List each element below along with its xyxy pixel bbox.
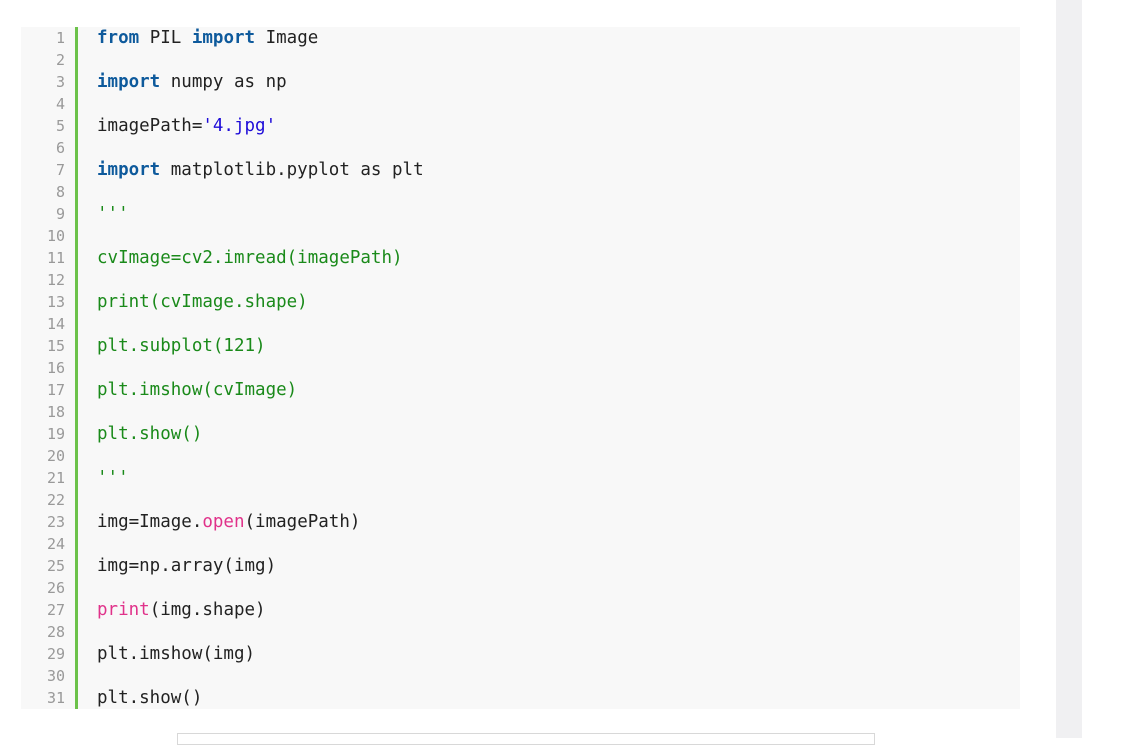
code-text: PIL — [139, 28, 192, 48]
line-number: 18 — [46, 403, 65, 421]
line-number: 28 — [46, 623, 65, 641]
line-number: 19 — [46, 425, 65, 443]
line-number: 15 — [46, 337, 65, 355]
line-number: 4 — [55, 95, 65, 113]
line-number: 21 — [46, 469, 65, 487]
keyword: import — [97, 160, 161, 180]
line-number: 27 — [46, 601, 65, 619]
line-number: 16 — [46, 359, 65, 377]
code-text: (img.shape) — [149, 600, 266, 620]
line-number: 7 — [55, 161, 65, 179]
code-line-1: from PIL import Image — [97, 27, 318, 49]
line-number: 31 — [46, 689, 65, 707]
code-line-31: plt.show() — [97, 688, 203, 708]
keyword: import — [191, 28, 256, 48]
line-number: 11 — [46, 249, 65, 267]
builtin-function: print — [97, 600, 150, 620]
code-line-19: plt.show() — [97, 424, 203, 444]
code-line-29: plt.imshow(img) — [97, 644, 256, 664]
code-text: imagePath= — [97, 116, 203, 136]
line-number: 13 — [46, 293, 65, 311]
code-line-27: print(img.shape) — [97, 599, 266, 621]
code-line-21: ''' — [97, 468, 129, 488]
line-number: 17 — [46, 381, 65, 399]
string-literal: '4.jpg' — [202, 116, 277, 136]
code-block: 1 2 3 4 5 6 7 8 9 10 11 12 13 14 15 16 17 18 19 20 21 22 23 24 2… — [21, 27, 1020, 709]
line-number: 3 — [55, 73, 65, 91]
keyword: import — [97, 72, 161, 92]
code-line-7: import matplotlib.pyplot as plt — [97, 159, 424, 181]
line-number-gutter: 1 2 3 4 5 6 7 8 9 10 11 12 13 14 15 16 17 18 19 20 21 22 23 24 2… — [21, 27, 73, 709]
code-lines: from PIL import Image import numpy as np… — [97, 27, 1020, 709]
keyword: from — [97, 28, 140, 48]
code-text: (imagePath) — [244, 512, 361, 532]
code-line-13: print(cvImage.shape) — [97, 292, 308, 312]
line-number: 2 — [55, 51, 65, 69]
code-text: matplotlib.pyplot as plt — [160, 160, 424, 180]
code-text: Image — [255, 28, 319, 48]
builtin-function: open — [202, 512, 245, 532]
line-number: 22 — [46, 491, 65, 509]
line-number: 8 — [55, 183, 65, 201]
code-line-3: import numpy as np — [97, 71, 287, 93]
code-line-11: cvImage=cv2.imread(imagePath) — [97, 248, 403, 268]
line-number: 9 — [55, 205, 65, 223]
line-number: 20 — [46, 447, 65, 465]
code-text: numpy as np — [160, 72, 287, 92]
right-side-panel — [1056, 0, 1082, 738]
line-number: 12 — [46, 271, 65, 289]
bottom-content-box — [177, 733, 875, 745]
code-line-17: plt.imshow(cvImage) — [97, 380, 298, 400]
line-number: 26 — [46, 579, 65, 597]
code-line-25: img=np.array(img) — [97, 556, 277, 576]
code-line-23: img=Image.open(imagePath) — [97, 511, 360, 533]
line-number: 29 — [46, 645, 65, 663]
line-number: 5 — [55, 117, 65, 135]
line-number: 30 — [46, 667, 65, 685]
code-line-5: imagePath='4.jpg' — [97, 115, 276, 137]
line-number: 6 — [55, 139, 65, 157]
line-number: 25 — [46, 557, 65, 575]
line-number: 10 — [46, 227, 65, 245]
gutter-accent-bar — [75, 27, 78, 709]
line-number: 14 — [46, 315, 65, 333]
line-number: 1 — [55, 29, 65, 47]
line-number: 24 — [46, 535, 65, 553]
code-line-15: plt.subplot(121) — [97, 336, 266, 356]
line-number: 23 — [46, 513, 65, 531]
code-line-9: ''' — [97, 204, 129, 224]
code-text: img=Image. — [97, 512, 203, 532]
